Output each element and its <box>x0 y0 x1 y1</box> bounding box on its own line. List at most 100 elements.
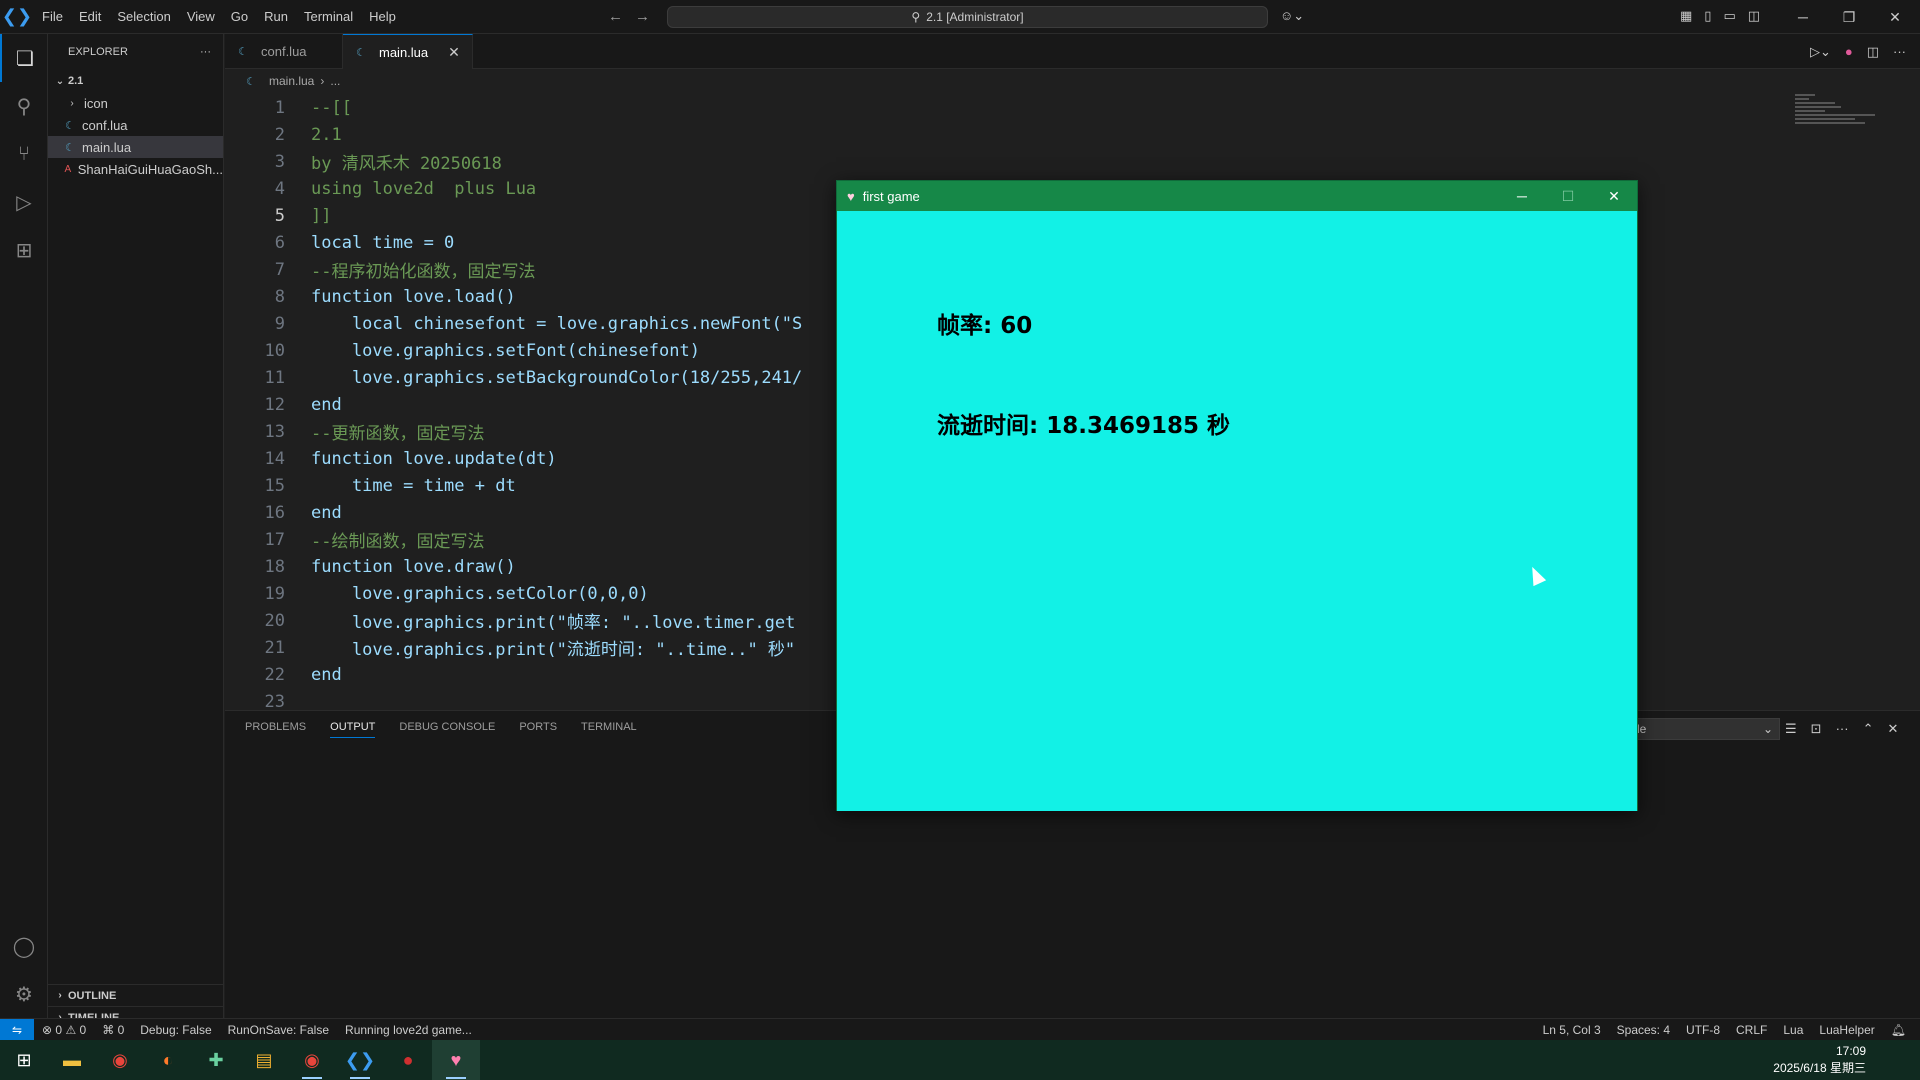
vscode-icon[interactable]: ❮❯ <box>336 1040 384 1080</box>
breadcrumb: ☾ main.lua › ... <box>245 72 340 90</box>
back-arrow-icon[interactable]: ← <box>608 8 623 25</box>
command-center[interactable]: ⚲ 2.1 [Administrator] <box>667 6 1268 28</box>
running-status[interactable]: Running love2d game... <box>345 1023 472 1037</box>
menu-selection[interactable]: Selection <box>109 9 178 24</box>
tab-problems[interactable]: PROBLEMS <box>245 721 306 738</box>
minimap[interactable] <box>1795 94 1885 138</box>
customize-layout-icon[interactable]: ▦ <box>1680 8 1692 24</box>
tab-main-lua[interactable]: ☾ main.lua ✕ <box>343 34 473 69</box>
run-debug-icon[interactable]: ▷ <box>0 178 48 226</box>
love2d-icon[interactable]: ♥ <box>432 1040 480 1080</box>
recorder-icon[interactable]: ● <box>384 1040 432 1080</box>
line-number: 4 <box>274 178 285 199</box>
explorer-icon[interactable]: ❏ <box>0 34 48 82</box>
cursor-position[interactable]: Ln 5, Col 3 <box>1543 1023 1601 1037</box>
code-line[interactable]: 3 by 清风禾木 20250618 <box>225 148 1785 175</box>
breadcrumb-file[interactable]: main.lua <box>269 74 314 88</box>
code-line[interactable]: 1 --[[ <box>225 94 1785 121</box>
split-editor-icon[interactable]: ◫ <box>1867 44 1879 60</box>
menu-view[interactable]: View <box>179 9 223 24</box>
chrome-icon[interactable]: ◉ <box>288 1040 336 1080</box>
code-text: using love2d plus Lua <box>311 178 537 199</box>
file-explorer-icon[interactable]: ▬ <box>48 1040 96 1080</box>
tree-item-label: main.lua <box>82 139 132 155</box>
code-text: ]] <box>311 205 332 226</box>
menu-file[interactable]: File <box>34 9 71 24</box>
chevron-down-icon: ⌄ <box>1762 722 1773 736</box>
clock[interactable]: 17:09 2025/6/18 星期三 <box>1773 1043 1866 1077</box>
language-mode[interactable]: Lua <box>1783 1023 1803 1037</box>
bell-icon[interactable]: 🔔︎ <box>1891 1023 1906 1037</box>
tree-item-folder[interactable]: › icon <box>48 92 223 114</box>
line-number: 14 <box>264 448 285 469</box>
forward-arrow-icon[interactable]: → <box>635 8 650 25</box>
close-icon[interactable]: ✕ <box>1872 0 1918 34</box>
problems-status[interactable]: ⊗ 0 ⚠ 0 <box>42 1023 86 1037</box>
toggle-secondary-sidebar-icon[interactable]: ◫ <box>1748 8 1760 24</box>
ports-count: 0 <box>117 1022 125 1037</box>
menu-run[interactable]: Run <box>256 9 296 24</box>
outline-section[interactable]: › OUTLINE <box>48 984 224 1006</box>
tree-item-file[interactable]: ☾ conf.lua <box>48 114 223 136</box>
tab-debug-console[interactable]: DEBUG CONSOLE <box>399 721 495 738</box>
firefox-icon[interactable]: ◐ <box>144 1040 192 1080</box>
close-panel-icon[interactable]: ✕ <box>1887 721 1898 737</box>
output-channel-select[interactable]: le ⌄ <box>1630 718 1780 740</box>
gear-icon[interactable]: ⚙ <box>0 970 48 1018</box>
menu-edit[interactable]: Edit <box>71 9 109 24</box>
app-icon[interactable]: ✚ <box>192 1040 240 1080</box>
maximize-panel-icon[interactable]: ⌃ <box>1863 721 1874 737</box>
clear-output-icon[interactable]: ☰ <box>1785 721 1797 737</box>
toggle-sidebar-icon[interactable]: ▯ <box>1704 8 1711 24</box>
ports-status[interactable]: ⌘ 0 <box>102 1023 124 1037</box>
antenna-icon: ⌘ <box>102 1022 115 1037</box>
lua-file-icon: ☾ <box>356 46 366 59</box>
menu-go[interactable]: Go <box>223 9 256 24</box>
remote-icon[interactable]: ⇋ <box>0 1018 34 1041</box>
code-line[interactable]: 2 2.1 <box>225 121 1785 148</box>
windows-start-icon[interactable]: ⊞ <box>0 1040 48 1080</box>
tab-ports[interactable]: PORTS <box>519 721 557 738</box>
font-file-icon: A <box>64 163 72 175</box>
line-ending[interactable]: CRLF <box>1736 1023 1767 1037</box>
indentation[interactable]: Spaces: 4 <box>1617 1023 1670 1037</box>
menu-help[interactable]: Help <box>361 9 404 24</box>
run-on-save-status[interactable]: RunOnSave: False <box>228 1023 329 1037</box>
menu-terminal[interactable]: Terminal <box>296 9 361 24</box>
tab-terminal[interactable]: TERMINAL <box>581 721 637 738</box>
extension-status[interactable]: LuaHelper <box>1819 1023 1874 1037</box>
extensions-icon[interactable]: ⊞ <box>0 226 48 274</box>
restore-icon[interactable]: ❐ <box>1826 0 1872 34</box>
minimize-icon[interactable]: ─ <box>1780 0 1826 34</box>
tab-output[interactable]: OUTPUT <box>330 721 376 738</box>
tab-conf-lua[interactable]: ☾ conf.lua <box>225 34 343 69</box>
outline-label: OUTLINE <box>68 989 117 1002</box>
account-icon[interactable]: ◯ <box>0 922 48 970</box>
more-actions-icon[interactable]: ··· <box>200 46 211 58</box>
chrome-icon[interactable]: ◉ <box>96 1040 144 1080</box>
minimize-icon[interactable]: ─ <box>1499 181 1545 211</box>
source-control-icon[interactable]: ⑂ <box>0 130 48 178</box>
run-icon[interactable]: ▷⌄ <box>1810 44 1831 60</box>
root-folder[interactable]: ⌄ 2.1 <box>48 70 223 92</box>
lock-icon[interactable]: ⊡ <box>1811 721 1822 737</box>
encoding[interactable]: UTF-8 <box>1686 1023 1720 1037</box>
more-actions-icon[interactable]: ··· <box>1893 44 1906 60</box>
game-window[interactable]: ♥ first game ─ ☐ ✕ 帧率: 60 流逝时间: 18.34691… <box>836 180 1638 811</box>
copilot-chat-icon[interactable]: ● <box>1845 44 1853 60</box>
close-tab-icon[interactable]: ✕ <box>448 44 460 61</box>
debug-status[interactable]: Debug: False <box>140 1023 211 1037</box>
explorer-header: EXPLORER ··· <box>48 34 223 70</box>
warning-icon: ⚠ <box>65 1022 77 1037</box>
breadcrumb-rest[interactable]: ... <box>330 74 340 88</box>
folder-app-icon[interactable]: ▤ <box>240 1040 288 1080</box>
more-actions-icon[interactable]: ··· <box>1836 721 1849 737</box>
toggle-panel-icon[interactable]: ▭ <box>1723 8 1735 24</box>
tree-item-file-selected[interactable]: ☾ main.lua <box>48 136 223 158</box>
close-icon[interactable]: ✕ <box>1591 181 1637 211</box>
copilot-icon[interactable]: ☺⌄ <box>1280 8 1304 24</box>
tree-item-font[interactable]: A ShanHaiGuiHuaGaoSh... <box>48 158 223 180</box>
game-canvas[interactable]: 帧率: 60 流逝时间: 18.3469185 秒 <box>837 211 1637 811</box>
search-icon[interactable]: ⚲ <box>0 82 48 130</box>
lua-file-icon: ☾ <box>238 46 248 58</box>
